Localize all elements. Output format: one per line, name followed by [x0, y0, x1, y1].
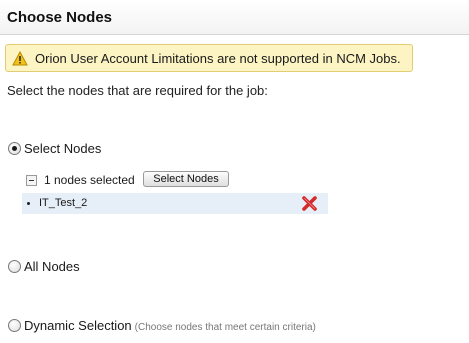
nodes-selected-count: 1 nodes selected — [44, 173, 135, 187]
dynamic-selection-hint: (Choose nodes that meet certain criteria… — [134, 322, 316, 333]
select-nodes-label[interactable]: Select Nodes — [24, 141, 101, 156]
dynamic-selection-label[interactable]: Dynamic Selection — [24, 318, 132, 333]
dynamic-selection-radio[interactable] — [8, 319, 21, 332]
instructions-text: Select the nodes that are required for t… — [7, 83, 268, 98]
warning-text: Orion User Account Limitations are not s… — [35, 51, 401, 66]
warning-triangle-icon — [12, 51, 28, 66]
dynamic-selection-label-group[interactable]: Dynamic Selection (Choose nodes that meet… — [24, 318, 316, 333]
collapse-toggle-icon[interactable] — [26, 175, 37, 186]
section-header: Choose Nodes — [0, 0, 469, 35]
select-nodes-button[interactable]: Select Nodes — [143, 171, 229, 187]
list-item: IT_Test_2 — [22, 193, 328, 214]
all-nodes-radio[interactable] — [8, 260, 21, 273]
all-nodes-label[interactable]: All Nodes — [24, 259, 80, 274]
warning-banner: Orion User Account Limitations are not s… — [5, 44, 413, 72]
node-name: IT_Test_2 — [39, 197, 88, 209]
bullet-icon — [27, 202, 30, 205]
remove-node-icon[interactable] — [301, 196, 318, 211]
page-title: Choose Nodes — [7, 9, 113, 26]
select-nodes-radio[interactable] — [8, 142, 21, 155]
